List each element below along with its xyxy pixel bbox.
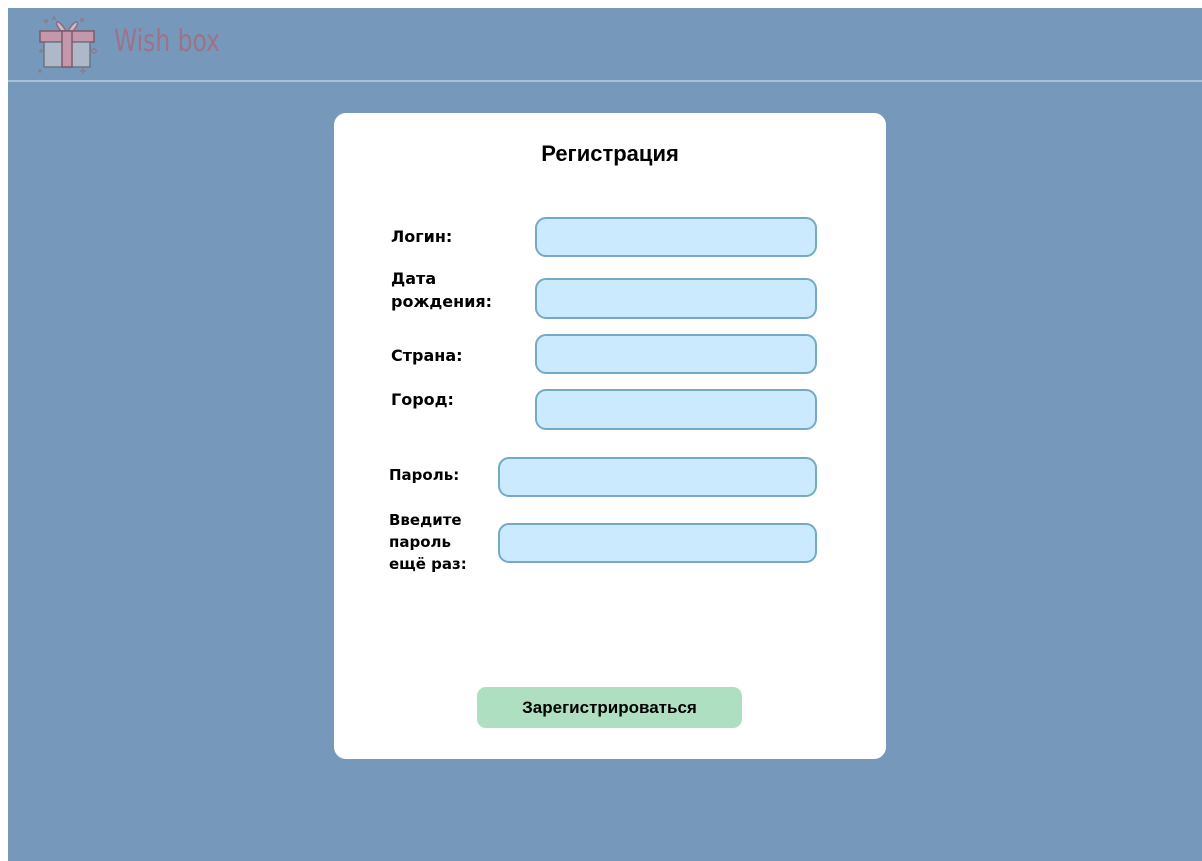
city-input[interactable] [535,389,817,430]
page-frame: Wish box Регистрация Логин: Дата рождени… [8,8,1202,861]
login-label: Логин: [391,227,453,246]
form-title: Регистрация [541,141,679,166]
top-strip [0,0,1202,8]
birthdate-label-line2: рождения: [391,292,493,311]
login-input[interactable] [535,217,817,257]
password-label: Пароль: [389,466,460,484]
register-button[interactable]: Зарегистрироваться [477,687,742,728]
logo-text[interactable]: Wish box [114,24,220,59]
city-label: Город: [391,390,454,409]
password-input[interactable] [498,457,817,497]
birthdate-label-line1: Дата [391,269,437,288]
password-repeat-label-line2: пароль [389,533,451,551]
header: Wish box [8,8,1202,82]
password-repeat-label-line3: ещё раз: [389,555,467,573]
gift-icon[interactable] [34,11,102,75]
password-repeat-input[interactable] [498,523,817,563]
country-label: Страна: [391,346,463,365]
birthdate-input[interactable] [535,278,817,319]
registration-card: Регистрация Логин: Дата рождения: Страна… [334,113,886,759]
password-repeat-label-line1: Введите [389,511,462,529]
country-input[interactable] [535,334,817,374]
